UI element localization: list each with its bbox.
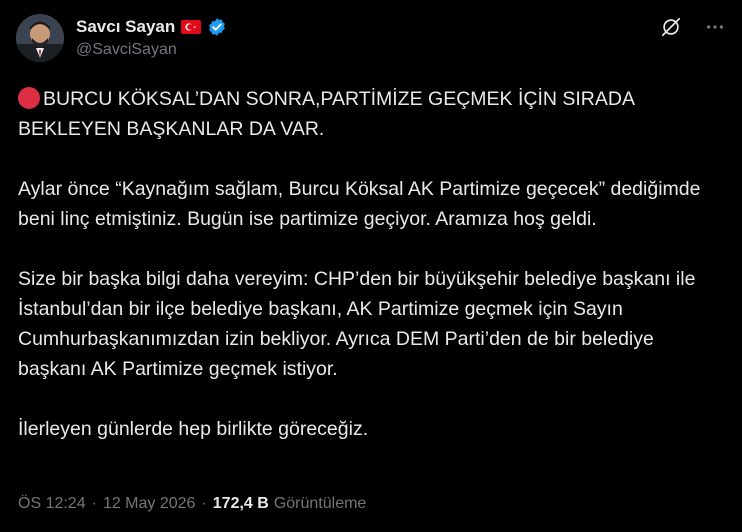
tweet-paragraph-text: BURCU KÖKSAL’DAN SONRA,PARTİMİZE GEÇMEK …: [18, 88, 640, 140]
author-handle[interactable]: @SavciSayan: [76, 41, 177, 59]
more-options-icon[interactable]: [702, 14, 728, 40]
tweet-paragraph: Size bir başka bilgi daha vereyim: CHP’d…: [18, 268, 701, 380]
tweet-time[interactable]: ÖS 12:24: [18, 495, 86, 513]
tweet-text: BURCU KÖKSAL’DAN SONRA,PARTİMİZE GEÇMEK …: [18, 84, 718, 444]
views-label: Görüntüleme: [273, 495, 367, 512]
tweet-paragraph: Aylar önce “Kaynağım sağlam, Burcu Köksa…: [18, 178, 706, 230]
verified-badge-icon: [207, 17, 227, 37]
author-name-row: Savcı Sayan: [76, 16, 227, 38]
tweet-meta: ÖS 12:24 · 12 May 2026 · 172,4 B Görüntü…: [18, 495, 366, 513]
turkey-flag-icon: [181, 20, 202, 34]
meta-separator: ·: [201, 495, 207, 512]
tweet-paragraph: İlerleyen günlerde hep birlikte göreceği…: [18, 418, 369, 440]
meta-separator: ·: [91, 495, 97, 512]
avatar[interactable]: [16, 14, 64, 62]
tweet-paragraph: BURCU KÖKSAL’DAN SONRA,PARTİMİZE GEÇMEK …: [18, 84, 718, 144]
tweet-top-actions: [658, 14, 728, 40]
views-count: 172,4 B: [212, 495, 269, 512]
display-name[interactable]: Savcı Sayan: [76, 17, 175, 37]
tweet-date[interactable]: 12 May 2026: [103, 495, 196, 513]
grok-icon[interactable]: [658, 14, 684, 40]
tweet: Savcı Sayan @SavciSayan BURCU KÖKSAL’DAN…: [0, 0, 742, 532]
red-circle-icon: [18, 87, 40, 109]
